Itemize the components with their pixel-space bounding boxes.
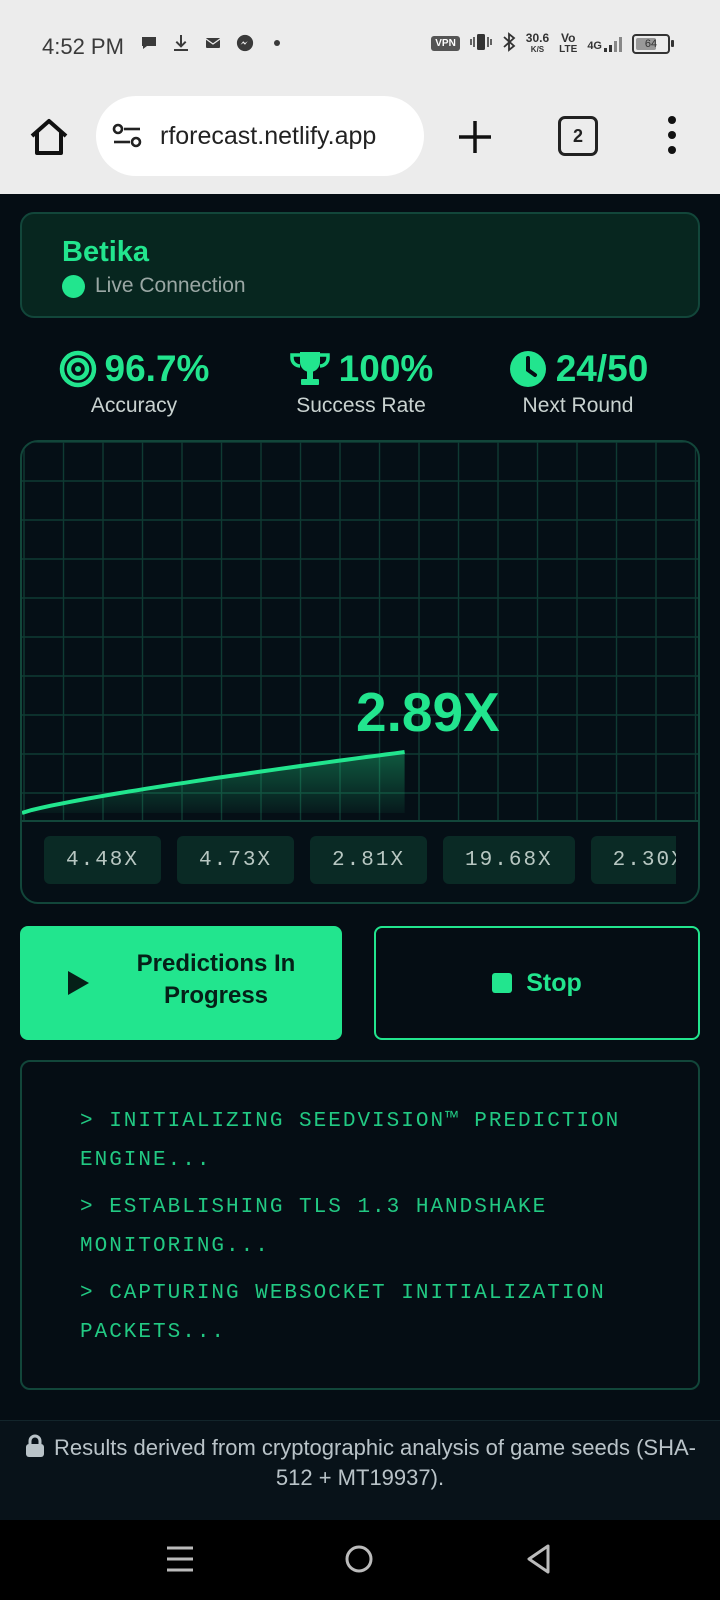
tab-switcher-button[interactable]: 2: [558, 116, 598, 156]
stop-button[interactable]: Stop: [374, 926, 700, 1040]
bluetooth-icon: [502, 32, 516, 55]
plus-icon: [459, 121, 491, 153]
stat-accuracy: 96.7% Accuracy: [54, 348, 214, 418]
home-button[interactable]: [26, 114, 72, 160]
current-multiplier: 2.89X: [356, 681, 500, 743]
predictions-button[interactable]: Predictions In Progress: [20, 926, 342, 1040]
recents-icon[interactable]: [166, 1544, 194, 1574]
history-chip: 4.73X: [177, 836, 295, 884]
console-line: > CAPTURING WEBSOCKET INITIALIZATION PAC…: [80, 1282, 606, 1344]
stop-icon: [492, 973, 513, 993]
console-line: > INITIALIZING SEEDVISION™ PREDICTION EN…: [80, 1110, 621, 1172]
home-nav-icon[interactable]: [344, 1544, 374, 1574]
site-settings-icon[interactable]: [112, 122, 142, 150]
history-chip: 2.30X: [590, 836, 676, 884]
new-tab-button[interactable]: [452, 114, 498, 160]
brand-name: Betika: [62, 236, 150, 268]
browser-toolbar: rforecast.netlify.app 2: [0, 92, 720, 194]
multiplier-chart: 2.89X 4.48X 4.73X 2.81X 19.68X 2.30X: [20, 440, 700, 904]
volte-indicator: Vo LTE: [559, 30, 578, 55]
connection-status: Live Connection: [62, 274, 246, 298]
url-text: rforecast.netlify.app: [160, 122, 377, 150]
notification-icons: [140, 34, 286, 52]
vpn-badge: VPN: [431, 36, 460, 51]
history-chip: 19.68X: [443, 836, 575, 884]
system-nav-bar: [0, 1520, 720, 1600]
home-icon: [30, 119, 68, 155]
lock-icon: [26, 1434, 45, 1457]
stats-row: 96.7% Accuracy 100% Success Rate 24/50 N…: [0, 348, 720, 428]
target-icon: [59, 350, 96, 388]
dot-icon: [268, 34, 286, 52]
connection-label: Live Connection: [95, 274, 246, 297]
history-track[interactable]: 4.48X 4.73X 2.81X 19.68X 2.30X: [44, 836, 676, 884]
download-icon: [172, 34, 190, 52]
status-bar: 4:52 PM VPN 30.6 K/S Vo LTE 4G 64: [0, 0, 720, 92]
chart-plot: [22, 442, 698, 820]
play-icon: [68, 971, 89, 995]
predictions-label: Predictions In Progress: [136, 950, 296, 1009]
status-time: 4:52 PM: [42, 34, 124, 59]
history-strip: 4.48X 4.73X 2.81X 19.68X 2.30X: [22, 820, 698, 902]
history-chip: 4.48X: [44, 836, 162, 884]
address-bar[interactable]: rforecast.netlify.app: [96, 96, 424, 176]
live-dot-icon: [62, 274, 85, 298]
console-line: > ESTABLISHING TLS 1.3 HANDSHAKE MONITOR…: [80, 1196, 548, 1258]
stat-next-round: 24/50 Next Round: [496, 348, 660, 418]
back-icon[interactable]: [526, 1544, 552, 1574]
provider-card: Betika Live Connection: [20, 212, 700, 318]
console-log: > INITIALIZING SEEDVISION™ PREDICTION EN…: [20, 1060, 700, 1390]
mail-icon: [204, 34, 222, 52]
overflow-menu-button[interactable]: [660, 112, 684, 158]
chat-icon: [140, 34, 158, 52]
footer-disclaimer: Results derived from cryptographic analy…: [0, 1420, 720, 1521]
trophy-icon: [289, 352, 330, 385]
footer-text: Results derived from cryptographic analy…: [54, 1435, 696, 1490]
messenger-icon: [236, 34, 254, 52]
history-chip: 2.81X: [310, 836, 428, 884]
vibrate-icon: [470, 33, 492, 54]
signal-icon: 4G: [587, 36, 622, 52]
stop-label: Stop: [526, 968, 582, 997]
more-vert-icon: [668, 116, 676, 154]
clock-icon: [509, 351, 546, 387]
network-speed: 30.6 K/S: [525, 30, 550, 54]
battery-icon: 64: [632, 33, 674, 54]
stat-success-rate: 100% Success Rate: [278, 348, 444, 418]
system-icons: VPN 30.6 K/S Vo LTE 4G 64: [431, 30, 674, 55]
